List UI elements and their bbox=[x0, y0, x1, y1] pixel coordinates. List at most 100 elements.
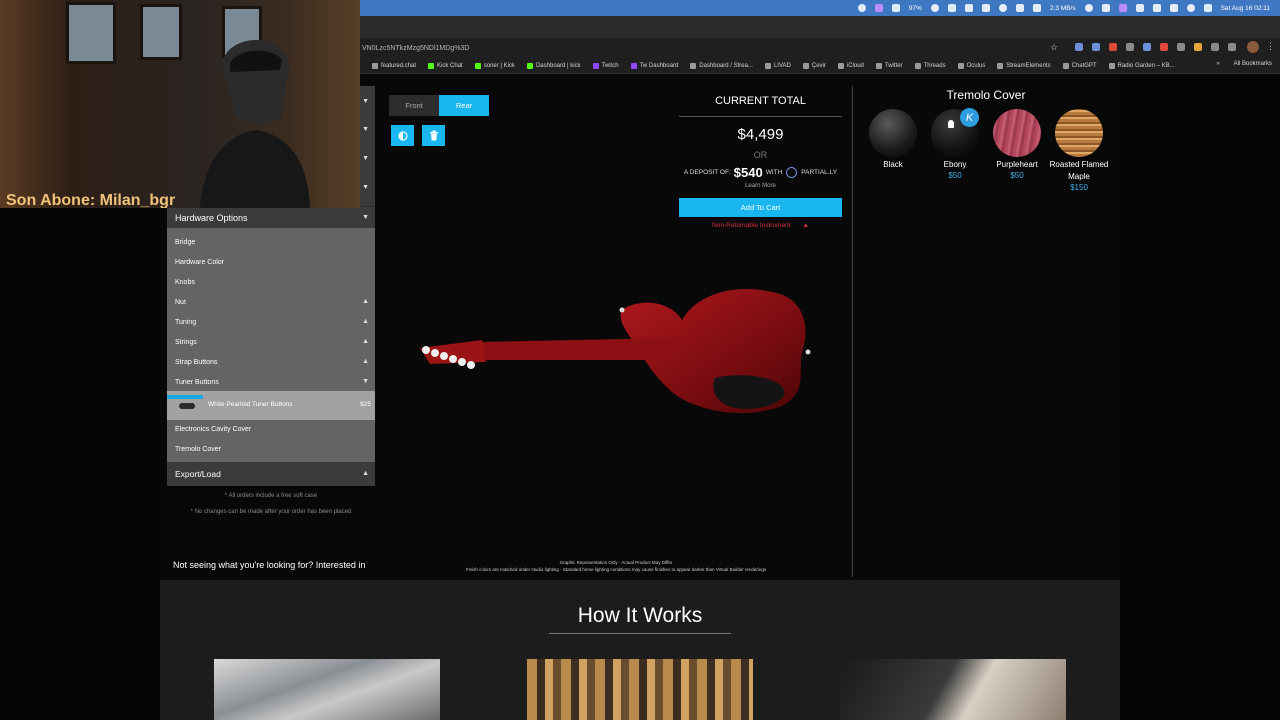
step-image-bodies bbox=[214, 659, 440, 720]
bookmark-icon bbox=[837, 62, 844, 69]
guitar-neck bbox=[480, 338, 676, 360]
swatch-purpleheart[interactable]: Purpleheart $50 bbox=[993, 109, 1041, 180]
chevron-down-icon: ▼ bbox=[362, 378, 369, 385]
sidebar-item-knobs[interactable]: Knobs bbox=[167, 272, 375, 292]
puzzle-icon[interactable] bbox=[1211, 43, 1219, 51]
cast-icon[interactable] bbox=[1032, 4, 1041, 12]
learn-more-link[interactable]: Learn More bbox=[679, 183, 842, 189]
network-speed: 2.3 MB/s bbox=[1049, 4, 1076, 12]
rear-view-button[interactable]: Rear bbox=[439, 95, 489, 116]
contrast-button[interactable] bbox=[391, 125, 414, 146]
chevron-down-icon[interactable]: ▼ bbox=[362, 155, 369, 162]
extension-icon[interactable] bbox=[1109, 43, 1117, 51]
bookmark[interactable]: soner | Kick bbox=[474, 62, 515, 69]
bookmark[interactable]: Kick Chat bbox=[428, 62, 463, 69]
profile-avatar[interactable] bbox=[1247, 41, 1259, 53]
sidebar-item-tuning[interactable]: Tuning ▲ bbox=[167, 312, 375, 332]
bookmark[interactable]: Twitter bbox=[875, 62, 903, 69]
extension-icon[interactable] bbox=[1143, 43, 1151, 51]
volume-icon[interactable] bbox=[1152, 4, 1161, 12]
sidebar-item-tremolo-cover[interactable]: Tremolo Cover bbox=[167, 439, 375, 459]
screen-share-icon[interactable] bbox=[1118, 4, 1127, 12]
sidebar-item-bridge[interactable]: Bridge bbox=[167, 232, 375, 252]
bluetooth-icon[interactable] bbox=[947, 4, 956, 12]
bookmark[interactable]: StreamElements bbox=[997, 62, 1051, 69]
bookmark[interactable]: Threads bbox=[914, 62, 946, 69]
sidebar-item-hardware-color[interactable]: Hardware Color bbox=[167, 252, 375, 272]
bookmark-icon bbox=[802, 62, 809, 69]
extension-icon[interactable] bbox=[1177, 43, 1185, 51]
display-icon[interactable] bbox=[981, 4, 990, 12]
bookmark[interactable]: featured.chat bbox=[372, 62, 416, 69]
guitar-rear-render[interactable] bbox=[410, 280, 820, 425]
bookmark[interactable]: Çevir bbox=[802, 62, 826, 69]
bookmark[interactable]: Tw Dashboard bbox=[630, 62, 678, 69]
kick-extension-badge-icon[interactable]: K bbox=[960, 108, 979, 127]
address-bar[interactable]: VN0Lzc5NTkzMzg5NDl1MDg%3D ☆ ⋮ bbox=[360, 38, 1280, 58]
chevron-up-icon: ▲ bbox=[362, 358, 369, 365]
mail-icon[interactable] bbox=[1135, 4, 1144, 12]
option-label: White Pearloid Tuner Buttons bbox=[208, 401, 293, 408]
sidebar-item-electronics-cavity-cover[interactable]: Electronics Cavity Cover bbox=[167, 419, 375, 439]
delete-button[interactable] bbox=[422, 125, 445, 146]
extension-icon[interactable] bbox=[1126, 43, 1134, 51]
swatch-roasted-flamed-maple[interactable]: Roasted Flamed Maple $150 bbox=[1050, 109, 1108, 192]
deposit-amount: $540 bbox=[733, 165, 763, 180]
extension-icon[interactable] bbox=[1075, 43, 1083, 51]
url-text[interactable]: VN0Lzc5NTkzMzg5NDl1MDg%3D bbox=[362, 45, 469, 52]
bookmark-star-icon[interactable]: ☆ bbox=[1050, 42, 1058, 53]
swatch-price: $150 bbox=[1070, 183, 1088, 192]
sidebar-item-strap-buttons[interactable]: Strap Buttons ▲ bbox=[167, 352, 375, 372]
audio-icon[interactable] bbox=[964, 4, 973, 12]
bookmark-icon bbox=[1108, 62, 1115, 69]
bookmark[interactable]: iCloud bbox=[837, 62, 864, 69]
chevron-up-icon: ▲ bbox=[362, 318, 369, 325]
extension-icon[interactable] bbox=[1194, 43, 1202, 51]
sidebar-item-tuner-buttons[interactable]: Tuner Buttons ▼ bbox=[167, 372, 375, 392]
contrast-icon bbox=[397, 130, 408, 141]
clock[interactable]: Sat Aug 16 02:11 bbox=[1221, 5, 1270, 12]
divider bbox=[679, 116, 842, 117]
message-icon[interactable] bbox=[891, 4, 900, 12]
all-bookmarks[interactable]: All Bookmarks bbox=[1234, 61, 1272, 67]
twitch-icon bbox=[592, 62, 599, 69]
swatch-black[interactable]: Black bbox=[869, 109, 917, 171]
chevron-right-icon[interactable]: » bbox=[1216, 61, 1219, 67]
browser-tab-strip[interactable] bbox=[360, 16, 1280, 38]
grid-icon[interactable] bbox=[1101, 4, 1110, 12]
screen-record-icon[interactable] bbox=[874, 4, 883, 12]
more-menu-icon[interactable]: ⋮ bbox=[1266, 41, 1275, 52]
bookmark[interactable]: Oculus bbox=[957, 62, 985, 69]
sidebar-item-nut[interactable]: Nut ▲ bbox=[167, 292, 375, 312]
hardware-options-header[interactable]: Hardware Options ▼ bbox=[167, 206, 375, 228]
bookmark[interactable]: Twitch bbox=[592, 62, 619, 69]
chevron-down-icon[interactable]: ▼ bbox=[362, 126, 369, 133]
sidebar-icon[interactable] bbox=[1228, 43, 1236, 51]
extension-icon[interactable] bbox=[1160, 43, 1168, 51]
sync-icon[interactable] bbox=[857, 4, 866, 12]
moon-icon[interactable] bbox=[930, 4, 939, 12]
battery-percent: 97% bbox=[908, 4, 922, 12]
globe-icon[interactable] bbox=[998, 4, 1007, 12]
wifi-icon[interactable] bbox=[1169, 4, 1178, 12]
add-to-cart-button[interactable]: Add To Cart bbox=[679, 198, 842, 217]
bookmark[interactable]: Dashboard / Strea... bbox=[690, 62, 753, 69]
bookmark[interactable]: Radio Garden – KB... bbox=[1108, 62, 1175, 69]
non-returnable-toggle[interactable]: Non-Returnable Instrument ▲ bbox=[679, 222, 842, 229]
front-view-button[interactable]: Front bbox=[389, 95, 439, 116]
bookmark[interactable]: Dashboard | kick bbox=[526, 62, 581, 69]
control-center-icon[interactable] bbox=[1203, 4, 1212, 12]
extension-icon[interactable] bbox=[1092, 43, 1100, 51]
bookmark[interactable]: LIVAD bbox=[764, 62, 791, 69]
chevron-down-icon[interactable]: ▼ bbox=[362, 98, 369, 105]
option-toggle[interactable] bbox=[179, 403, 195, 409]
bookmark[interactable]: ChatGPT bbox=[1062, 62, 1097, 69]
sidebar-item-strings[interactable]: Strings ▲ bbox=[167, 332, 375, 352]
waveform-icon[interactable] bbox=[1015, 4, 1024, 12]
user-icon[interactable] bbox=[1186, 4, 1195, 12]
tremolo-cover-title: Tremolo Cover bbox=[946, 88, 1026, 102]
chevron-down-icon[interactable]: ▼ bbox=[362, 184, 369, 191]
export-load-header[interactable]: Export/Load ▲ bbox=[167, 462, 375, 486]
bookmark-icon bbox=[997, 62, 1004, 69]
play-icon[interactable] bbox=[1084, 4, 1093, 12]
